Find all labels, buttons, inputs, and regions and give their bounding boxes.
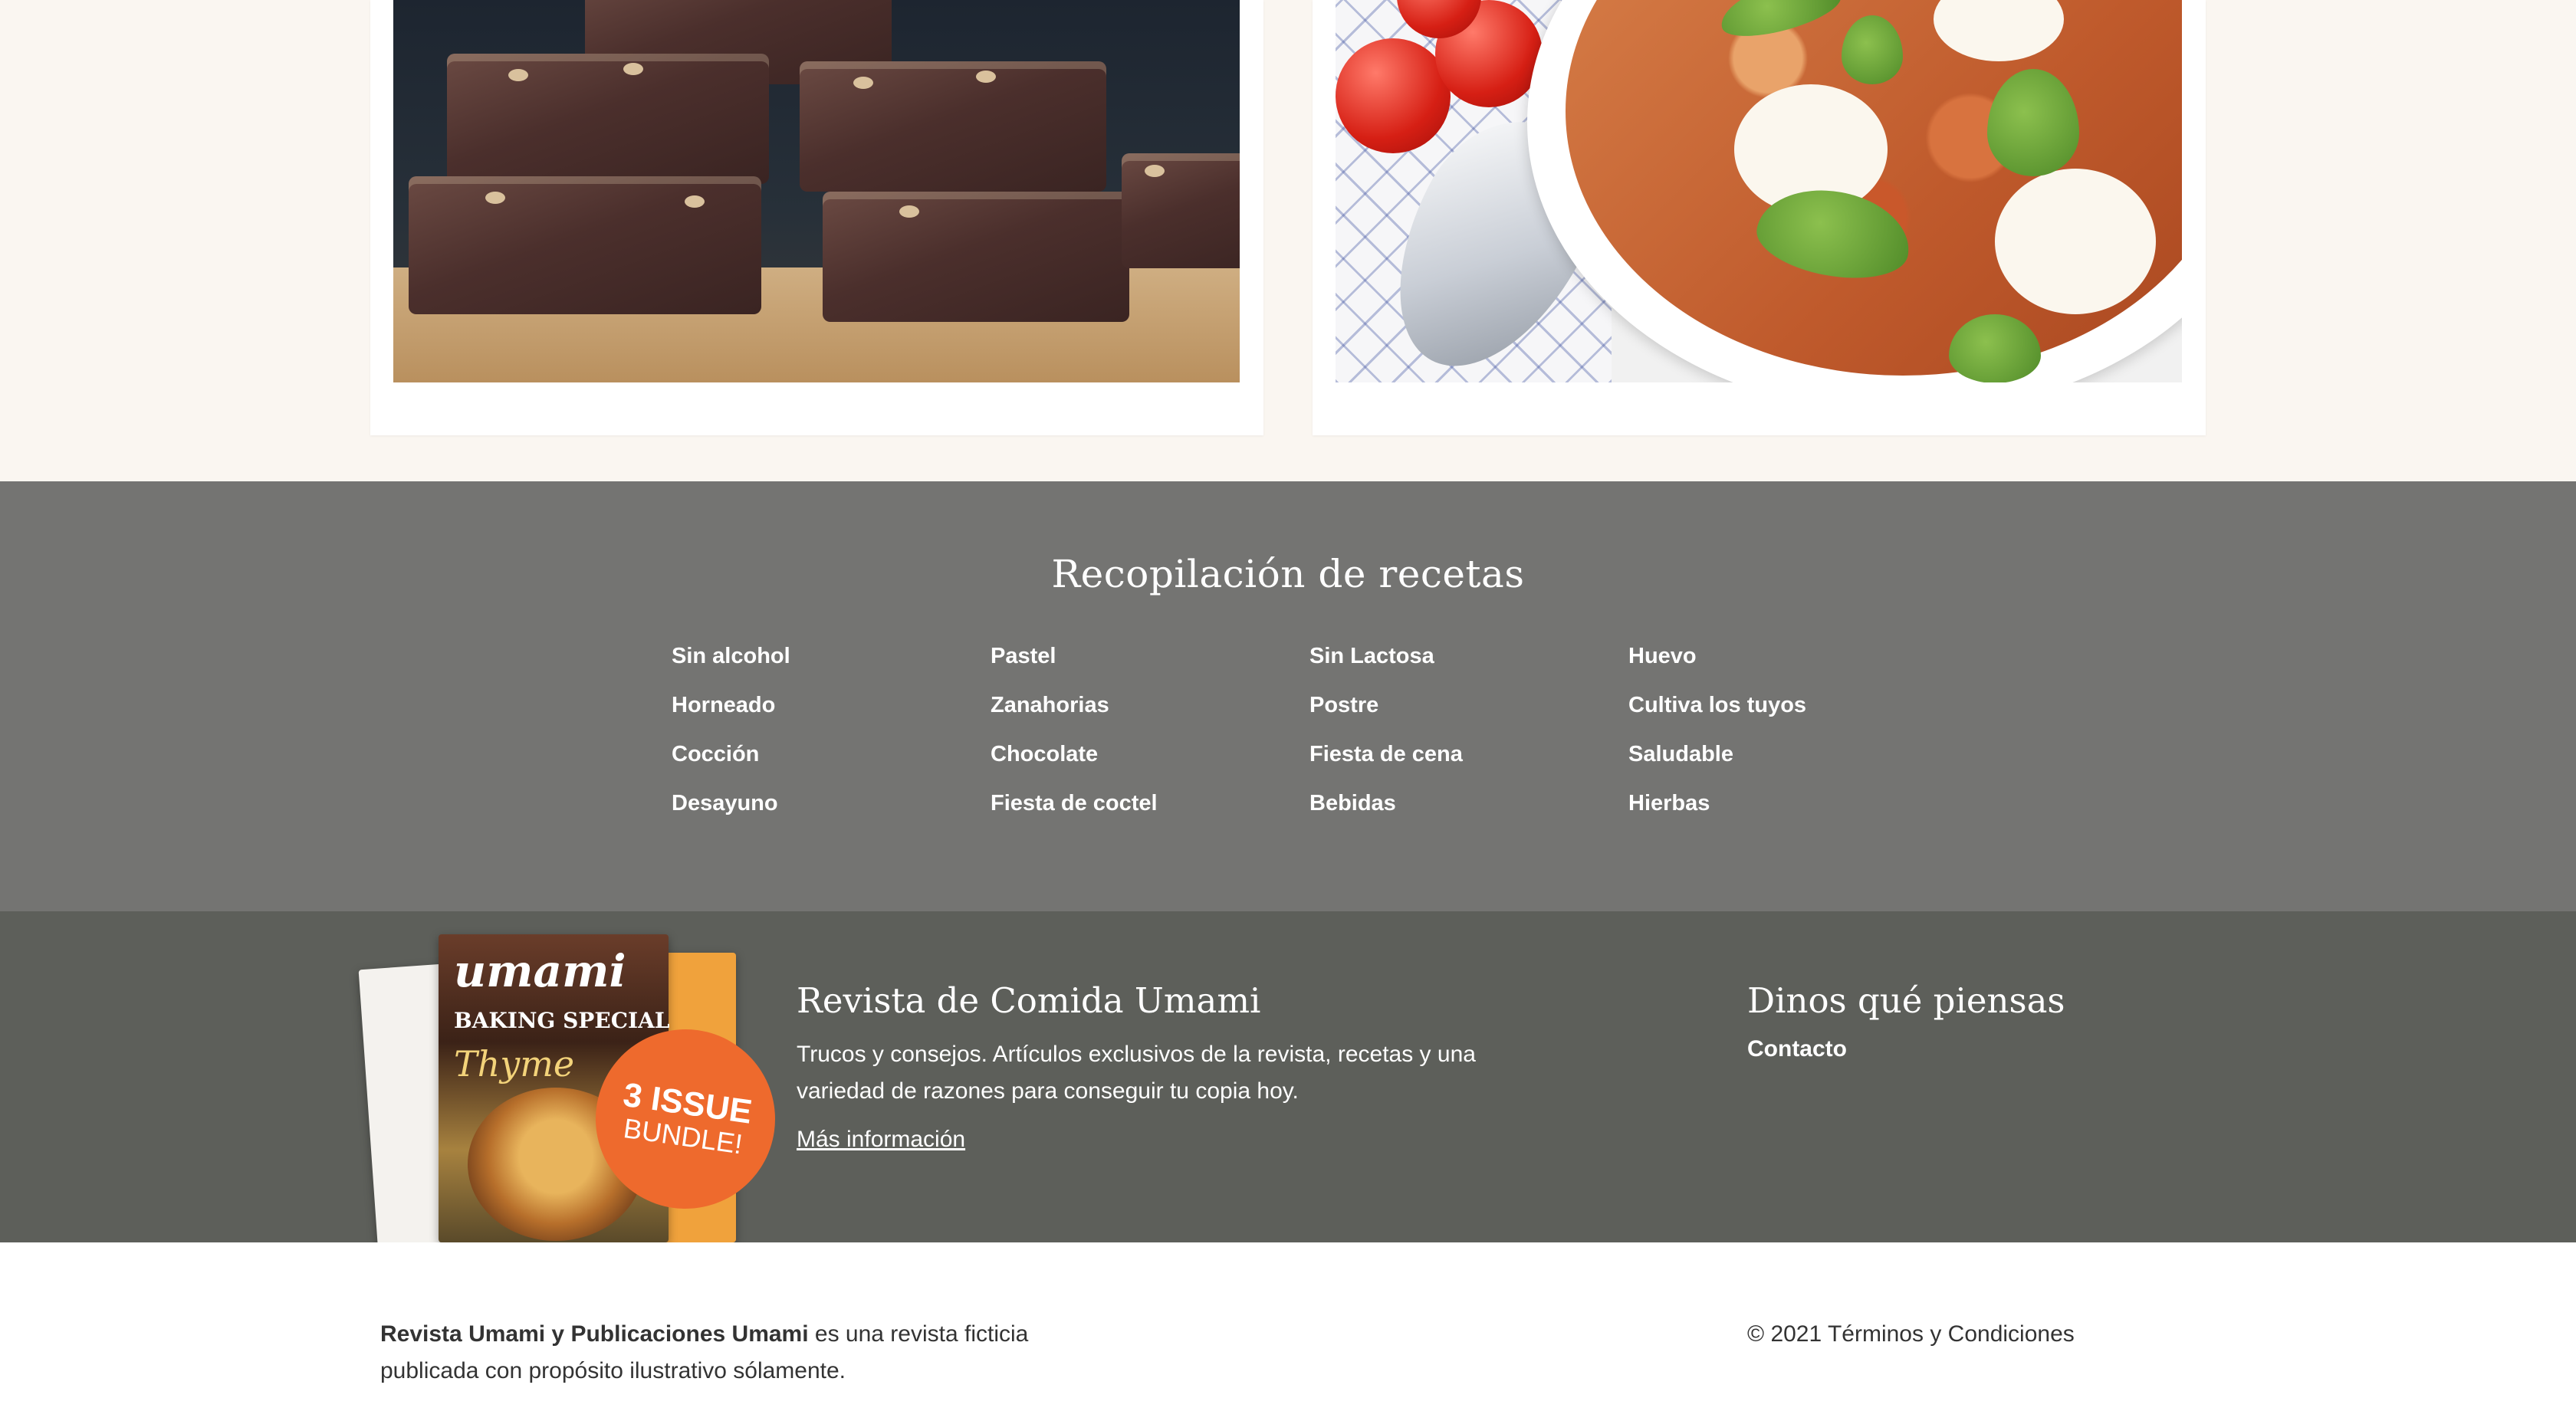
- site-footer: Revista Umami y Publicaciones Umami es u…: [0, 1242, 2576, 1421]
- cover-subheadline: Thyme: [454, 1043, 575, 1085]
- page: Recopilación de recetas Sin alcohol Horn…: [0, 0, 2576, 1421]
- brownie-piece: [447, 54, 769, 184]
- magazine-description: Trucos y consejos. Artículos exclusivos …: [797, 1042, 1476, 1104]
- recipe-link[interactable]: Desayuno: [672, 788, 991, 837]
- pasta-bake-image[interactable]: [1336, 0, 2182, 382]
- walnut: [899, 205, 919, 218]
- recipe-link[interactable]: Saludable: [1628, 739, 1947, 788]
- feedback-title: Dinos qué piensas: [1747, 980, 2065, 1021]
- magazine-promo: umami BAKING SPECIAL Thyme 3 ISSUE BUNDL…: [0, 911, 2576, 1247]
- recipe-link[interactable]: Fiesta de cena: [1309, 739, 1628, 788]
- walnut: [623, 63, 643, 75]
- recipes-collection-title: Recopilación de recetas: [1051, 552, 1525, 596]
- magazine-logo: umami: [454, 945, 626, 997]
- footer-legal-link[interactable]: © 2021 Términos y Condiciones: [1747, 1316, 2075, 1353]
- brownie-piece: [800, 61, 1106, 192]
- tomato: [1336, 38, 1451, 153]
- recipe-link[interactable]: Zanahorias: [991, 690, 1309, 739]
- walnut: [485, 192, 505, 204]
- walnut: [1145, 165, 1165, 177]
- brownies-image[interactable]: [393, 0, 1240, 382]
- recipe-link[interactable]: Bebidas: [1309, 788, 1628, 837]
- recipe-link[interactable]: Postre: [1309, 690, 1628, 739]
- contact-link[interactable]: Contacto: [1747, 1036, 1847, 1062]
- recipe-categories: Sin alcohol Horneado Cocción Desayuno Pa…: [672, 641, 1947, 837]
- brownie-piece: [823, 192, 1129, 322]
- recipe-link[interactable]: Horneado: [672, 690, 991, 739]
- feedback-section: Dinos qué piensas Contacto: [1747, 980, 2284, 1062]
- recipe-link[interactable]: Cocción: [672, 739, 991, 788]
- brownie-piece: [409, 176, 761, 314]
- mozzarella: [1995, 169, 2156, 314]
- recipe-link[interactable]: Sin alcohol: [672, 641, 991, 690]
- walnut: [853, 77, 873, 89]
- recipe-link[interactable]: Cultiva los tuyos: [1628, 690, 1947, 739]
- walnut: [508, 69, 528, 81]
- walnut: [976, 71, 996, 83]
- cover-headline: BAKING SPECIAL: [454, 1008, 670, 1033]
- recipe-cards: [0, 0, 2576, 481]
- brownie-piece: [1122, 153, 1240, 268]
- recipe-column: Huevo Cultiva los tuyos Saludable Hierba…: [1628, 641, 1947, 837]
- walnut: [685, 195, 705, 208]
- magazine-covers-image: umami BAKING SPECIAL Thyme 3 ISSUE BUNDL…: [358, 934, 787, 1247]
- recipe-column: Pastel Zanahorias Chocolate Fiesta de co…: [991, 641, 1309, 837]
- recipe-column: Sin alcohol Horneado Cocción Desayuno: [672, 641, 991, 837]
- recipe-link[interactable]: Pastel: [991, 641, 1309, 690]
- footer-about: Revista Umami y Publicaciones Umami es u…: [380, 1316, 1101, 1390]
- recipes-collection: Recopilación de recetas Sin alcohol Horn…: [0, 481, 2576, 911]
- recipe-link[interactable]: Fiesta de coctel: [991, 788, 1309, 837]
- recipe-link[interactable]: Huevo: [1628, 641, 1947, 690]
- recipe-card-pasta[interactable]: [1313, 0, 2206, 435]
- footer-about-brand: Revista Umami y Publicaciones Umami: [380, 1321, 809, 1347]
- recipe-link[interactable]: Sin Lactosa: [1309, 641, 1628, 690]
- recipe-link[interactable]: Chocolate: [991, 739, 1309, 788]
- more-info-link[interactable]: Más información: [797, 1127, 965, 1153]
- recipe-link[interactable]: Hierbas: [1628, 788, 1947, 837]
- magazine-info: Revista de Comida Umami Trucos y consejo…: [797, 980, 1487, 1153]
- recipe-card-brownies[interactable]: [370, 0, 1263, 435]
- recipe-column: Sin Lactosa Postre Fiesta de cena Bebida…: [1309, 641, 1628, 837]
- magazine-title: Revista de Comida Umami: [797, 980, 1261, 1021]
